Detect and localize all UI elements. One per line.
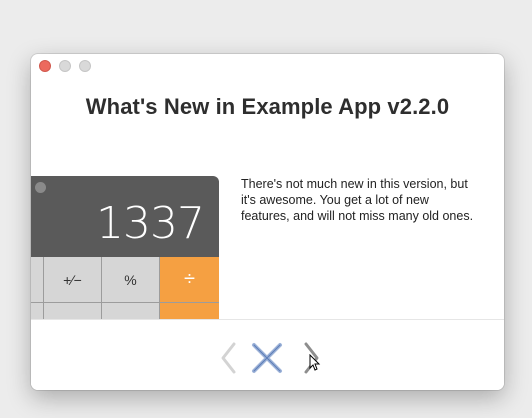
close-icon [252,343,282,373]
calculator-key-plus-minus: +∕− [44,257,102,303]
calculator-key-divide: ÷ [160,257,219,303]
calculator-key-partial [31,257,44,303]
navigation-footer [31,319,504,390]
previous-button[interactable] [211,340,247,376]
calculator-display-value: 1337 [96,198,205,249]
window-minimize-button[interactable] [59,60,71,72]
window-controls [39,60,91,72]
close-button[interactable] [249,340,285,376]
release-notes-text: There's not much new in this version, bu… [241,177,474,223]
calculator-window-dot [35,182,46,193]
chevron-left-icon [221,342,236,374]
mouse-pointer-icon [309,354,321,371]
calculator-key-percent: % [102,257,160,303]
window-close-button[interactable] [39,60,51,72]
whats-new-window: What's New in Example App v2.2.0 1337 +∕… [31,54,504,390]
calculator-keypad: +∕− % ÷ [31,257,219,322]
calculator-illustration: 1337 +∕− % ÷ [31,176,219,322]
calculator-display: 1337 [31,176,219,257]
page-title: What's New in Example App v2.2.0 [85,94,450,119]
window-zoom-button[interactable] [79,60,91,72]
